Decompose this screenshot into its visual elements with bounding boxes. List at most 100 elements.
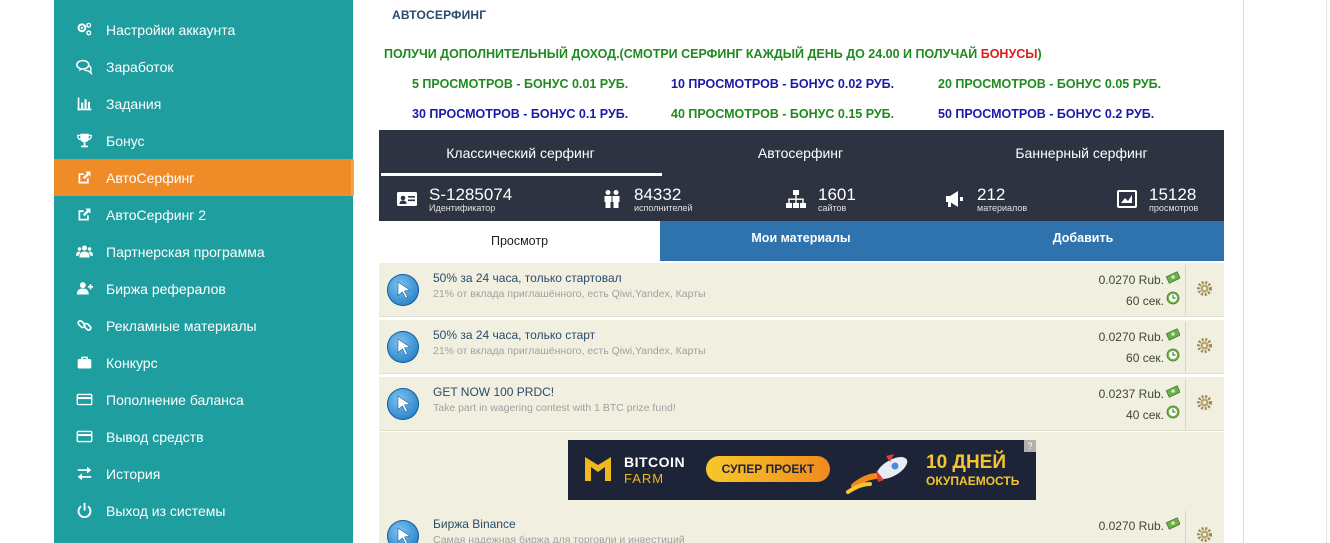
surf-list-item[interactable]: 50% за 24 часа, только старт 21% от вкла… [379,320,1224,374]
banner-cta-button[interactable]: СУПЕР ПРОЕКТ [706,456,830,482]
gear-icon[interactable] [1196,280,1213,297]
item-description: 21% от вклада приглашённого, есть Qiwi,Y… [433,288,706,300]
bonus-tier: 5 ПРОСМОТРОВ - БОНУС 0.01 РУБ. [412,77,629,91]
divider [1185,379,1186,429]
sidebar-item-label: Выход из системы [106,502,226,519]
chart-area-icon [1115,188,1139,210]
credit-card-icon [74,427,94,447]
surf-list-item[interactable]: GET NOW 100 PRDC! Take part in wagering … [379,377,1224,431]
sidebar-item-label: История [106,465,161,482]
tab-my-materials[interactable]: Мои материалы [660,218,942,258]
clock-icon [1166,291,1180,305]
sidebar-item-label: АвтоСерфинг [106,169,195,186]
item-title[interactable]: 50% за 24 часа, только стартовал [433,271,622,285]
sidebar-item-tasks[interactable]: Задания [54,85,353,122]
bar-chart-icon [74,94,94,114]
item-title[interactable]: Биржа Binance [433,517,516,531]
money-icon [1166,271,1180,284]
megaphone-icon [943,188,967,210]
item-title[interactable]: 50% за 24 часа, только старт [433,328,595,342]
user-plus-icon [74,279,94,299]
item-duration: 40 сек. [1126,408,1164,422]
ad-banner[interactable]: BITCOIN FARM СУПЕР ПРОЕКТ 10 ДНЕЙ ОКУПАЕ… [568,440,1036,500]
sidebar-item-ad-materials[interactable]: Рекламные материалы [54,307,353,344]
surf-list-item[interactable]: Биржа Binance Самая надежная биржа для т… [379,509,1224,543]
sidebar-item-label: Биржа рефералов [106,280,226,297]
power-icon [74,501,94,521]
sidebar-item-label: Рекламные материалы [106,317,257,334]
sitemap-icon [784,188,808,210]
page-title: АВТОСЕРФИНГ [392,8,487,22]
bonus-tier: 40 ПРОСМОТРОВ - БОНУС 0.15 РУБ. [671,107,895,121]
briefcase-icon [74,353,94,373]
users-icon [74,242,94,262]
tab-autosurfing[interactable]: Автосерфинг [662,130,939,176]
sidebar-item-earnings[interactable]: Заработок [54,48,353,85]
divider [1185,322,1186,372]
tab-view[interactable]: Просмотр [379,221,660,261]
external-link-icon [74,168,94,188]
item-description: 21% от вклада приглашённого, есть Qiwi,Y… [433,345,706,357]
gear-icon[interactable] [1196,394,1213,411]
rocket-icon [846,454,908,494]
gear-icon[interactable] [1196,337,1213,354]
divider [1185,265,1186,315]
sidebar-item-label: Заработок [106,58,174,75]
sidebar-item-withdraw[interactable]: Вывод средств [54,418,353,455]
sidebar-item-autosurfing[interactable]: АвтоСерфинг [54,159,354,196]
gear-icon[interactable] [1196,526,1213,543]
item-title[interactable]: GET NOW 100 PRDC! [433,385,554,399]
stat-value: 212 [977,184,1006,204]
stat-value: 84332 [634,184,682,204]
sidebar-item-bonus[interactable]: Бонус [54,122,353,159]
sidebar-item-label: Пополнение баланса [106,391,244,408]
sidebar-item-history[interactable]: История [54,455,353,492]
promo-text-part: ) [1037,47,1042,61]
stat-label: просмотров [1149,202,1199,213]
item-description: Самая надежная биржа для торговли и инве… [433,534,685,543]
content-divider [1243,0,1244,543]
stat-sites: 1601 сайтов [784,183,856,215]
surf-list-item[interactable]: 50% за 24 часа, только стартовал 21% от … [379,263,1224,317]
sidebar: Настройки аккаунта Заработок Задания Бон… [54,0,354,543]
stat-value: 1601 [818,184,856,204]
item-duration: 60 сек. [1126,351,1164,365]
sidebar-item-label: Конкурс [106,354,158,371]
sidebar-item-label: Бонус [106,132,145,149]
sidebar-item-label: АвтоСерфинг 2 [106,206,207,223]
item-price: 0.0270 Rub. [1098,330,1164,344]
sidebar-item-label: Партнерская программа [106,243,265,260]
sidebar-item-autosurfing-2[interactable]: АвтоСерфинг 2 [54,196,353,233]
tab-banner-surfing[interactable]: Баннерный серфинг [939,130,1224,176]
cursor-icon[interactable] [387,388,419,420]
cursor-icon[interactable] [387,274,419,306]
bonus-tier: 10 ПРОСМОТРОВ - БОНУС 0.02 РУБ. [671,77,895,91]
banner-brand: BITCOIN [624,454,686,470]
banner-help-icon[interactable]: ? [1024,440,1036,452]
page-root: Настройки аккаунта Заработок Задания Бон… [0,0,1330,543]
sidebar-item-label: Вывод средств [106,428,204,445]
people-icon [600,188,624,210]
credit-card-icon [74,390,94,410]
view-tabs: Просмотр Мои материалы Добавить [379,221,1224,261]
money-icon [1166,385,1180,398]
banner-brand-sub: FARM [624,471,665,486]
exchange-icon [74,464,94,484]
sidebar-item-referral-exchange[interactable]: Биржа рефералов [54,270,353,307]
sidebar-item-contest[interactable]: Конкурс [54,344,353,381]
cursor-icon[interactable] [387,331,419,363]
promo-text: ПОЛУЧИ ДОПОЛНИТЕЛЬНЫЙ ДОХОД.(СМОТРИ СЕРФ… [384,47,1042,61]
surf-stats-panel: Классический серфинг Автосерфинг Баннерн… [379,130,1224,221]
banner-row: BITCOIN FARM СУПЕР ПРОЕКТ 10 ДНЕЙ ОКУПАЕ… [379,432,1224,509]
stat-label: материалов [977,202,1028,213]
sidebar-item-top-up[interactable]: Пополнение баланса [54,381,353,418]
promo-bonus-word: БОНУСЫ [980,47,1038,61]
cursor-icon[interactable] [387,520,419,543]
item-price: 0.0270 Rub. [1098,273,1164,287]
tab-classic-surfing[interactable]: Классический серфинг [379,130,662,176]
sidebar-item-logout[interactable]: Выход из системы [54,492,353,529]
sidebar-item-account-settings[interactable]: Настройки аккаунта [54,11,353,48]
tab-add[interactable]: Добавить [942,218,1224,258]
sidebar-item-partner-program[interactable]: Партнерская программа [54,233,353,270]
bonus-tier: 20 ПРОСМОТРОВ - БОНУС 0.05 РУБ. [938,77,1162,91]
